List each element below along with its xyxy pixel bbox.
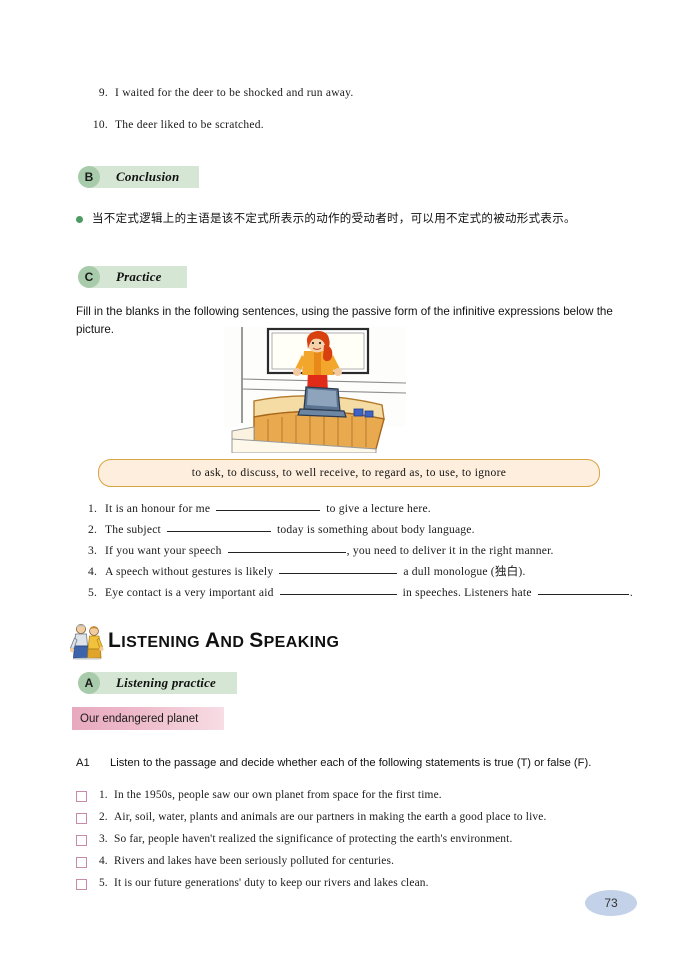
fill-in-blank-exercises: 1. It is an honour for me to give a lect… — [88, 498, 633, 603]
list-item-number: 9. — [98, 87, 108, 99]
answer-blank[interactable] — [537, 582, 629, 595]
list-item: 10. The deer liked to be scratched. — [86, 118, 626, 132]
statement-checkbox[interactable] — [76, 857, 87, 868]
answer-blank[interactable] — [216, 498, 321, 511]
statement-text: So far, people haven't realized the sign… — [114, 833, 513, 845]
exercise-text-after: a dull monologue (独白). — [403, 565, 526, 578]
a1-tag: A1 — [76, 757, 90, 769]
section-title-part: ISTENING — [121, 634, 205, 651]
two-people-talking-icon — [69, 622, 104, 661]
statement-checkbox[interactable] — [76, 791, 87, 802]
true-false-statement-list: 1. In the 1950s, people saw our own plan… — [76, 788, 646, 898]
answer-blank[interactable] — [227, 540, 346, 553]
section-title-part: L — [108, 629, 122, 652]
a1-instruction-text: Listen to the passage and decide whether… — [110, 757, 592, 769]
answer-blank[interactable] — [166, 519, 271, 532]
exercise-row: 4. A speech without gestures is likely a… — [88, 561, 633, 582]
badge-label: Practice — [116, 269, 162, 284]
topic-title: Our endangered planet — [80, 712, 199, 725]
statement-text: Air, soil, water, plants and animals are… — [114, 811, 547, 823]
badge-label: Conclusion — [116, 169, 180, 184]
badge-label: Listening practice — [116, 675, 217, 690]
statement-row: 3. So far, people haven't realized the s… — [76, 832, 646, 847]
list-item-text: I waited for the deer to be shocked and … — [115, 87, 354, 99]
badge-letter: B — [78, 166, 100, 188]
answer-blank[interactable] — [279, 582, 397, 595]
list-item-text: The deer liked to be scratched. — [115, 119, 264, 131]
exercise-row: 5. Eye contact is a very important aid i… — [88, 582, 633, 603]
answer-blank[interactable] — [279, 561, 398, 574]
exercise-text-mid: in speeches. Listeners hate — [402, 586, 532, 599]
exercise-text-before: A speech without gestures is likely — [105, 565, 274, 578]
statement-number: 5. — [99, 877, 108, 889]
exercise-number: 2. — [88, 523, 98, 536]
page-number: 73 — [604, 896, 618, 910]
topic-title-box: Our endangered planet — [72, 707, 224, 730]
exercise-number: 5. — [88, 586, 98, 599]
grammar-rule: 当不定式逻辑上的主语是该不定式所表示的动作的受动者时，可以用不定式的被动形式表示… — [76, 210, 656, 227]
section-title-part: A — [204, 629, 221, 652]
badge-letter: C — [78, 266, 100, 288]
statement-number: 1. — [99, 789, 108, 801]
bullet-dot-icon — [76, 216, 83, 223]
statement-text: In the 1950s, people saw our own planet … — [114, 789, 442, 801]
section-title-part: S — [249, 629, 264, 652]
section-badge-b: B Conclusion — [78, 166, 199, 188]
section-badge-a: A Listening practice — [78, 672, 237, 694]
lecture-illustration — [224, 327, 406, 453]
list-item: 9. I waited for the deer to be shocked a… — [86, 86, 626, 100]
word-bank-box: to ask, to discuss, to well receive, to … — [98, 459, 600, 487]
exercise-number: 4. — [88, 565, 98, 578]
textbook-page: 9. I waited for the deer to be shocked a… — [0, 0, 697, 979]
list-item-number: 10. — [92, 119, 108, 131]
section-title-part: PEAKING — [263, 634, 340, 651]
exercise-text-after: to give a lecture here. — [326, 502, 431, 515]
exercise-text-after: . — [629, 586, 633, 599]
statement-number: 2. — [99, 811, 108, 823]
statement-checkbox[interactable] — [76, 813, 87, 824]
statement-row: 5. It is our future generations' duty to… — [76, 876, 646, 891]
badge-letter: A — [78, 672, 100, 694]
statement-checkbox[interactable] — [76, 879, 87, 890]
statement-checkbox[interactable] — [76, 835, 87, 846]
exercise-text-before: The subject — [105, 523, 161, 536]
exercise-text-after: , you need to deliver it in the right ma… — [346, 544, 554, 557]
exercise-text-before: Eye contact is a very important aid — [105, 586, 274, 599]
page-number-badge: 73 — [585, 890, 637, 916]
exercise-number: 3. — [88, 544, 98, 557]
word-bank-text: to ask, to discuss, to well receive, to … — [191, 467, 507, 479]
a1-instruction-row: A1 Listen to the passage and decide whet… — [76, 755, 646, 771]
section-title: LISTENING AND SPEAKING — [108, 629, 339, 653]
exercise-text-after: today is something about body language. — [276, 523, 475, 536]
exercise-row: 3. If you want your speech , you need to… — [88, 540, 633, 561]
section-heading-listening-and-speaking: LISTENING AND SPEAKING — [69, 622, 339, 661]
statement-text: Rivers and lakes have been seriously pol… — [114, 855, 395, 867]
grammar-rule-text: 当不定式逻辑上的主语是该不定式所表示的动作的受动者时，可以用不定式的被动形式表示… — [92, 211, 576, 225]
exercise-row: 1. It is an honour for me to give a lect… — [88, 498, 633, 519]
statement-text: It is our future generations' duty to ke… — [114, 877, 429, 889]
exercise-row: 2. The subject today is something about … — [88, 519, 633, 540]
section-title-part: ND — [220, 634, 250, 651]
statement-number: 3. — [99, 833, 108, 845]
exercise-text-before: If you want your speech — [105, 544, 222, 557]
sentence-list-continued: 9. I waited for the deer to be shocked a… — [86, 86, 626, 150]
statement-row: 4. Rivers and lakes have been seriously … — [76, 854, 646, 869]
section-badge-c: C Practice — [78, 266, 187, 288]
statement-row: 1. In the 1950s, people saw our own plan… — [76, 788, 646, 803]
exercise-text-before: It is an honour for me — [105, 502, 211, 515]
exercise-number: 1. — [88, 502, 98, 515]
statement-row: 2. Air, soil, water, plants and animals … — [76, 810, 646, 825]
statement-number: 4. — [99, 855, 108, 867]
